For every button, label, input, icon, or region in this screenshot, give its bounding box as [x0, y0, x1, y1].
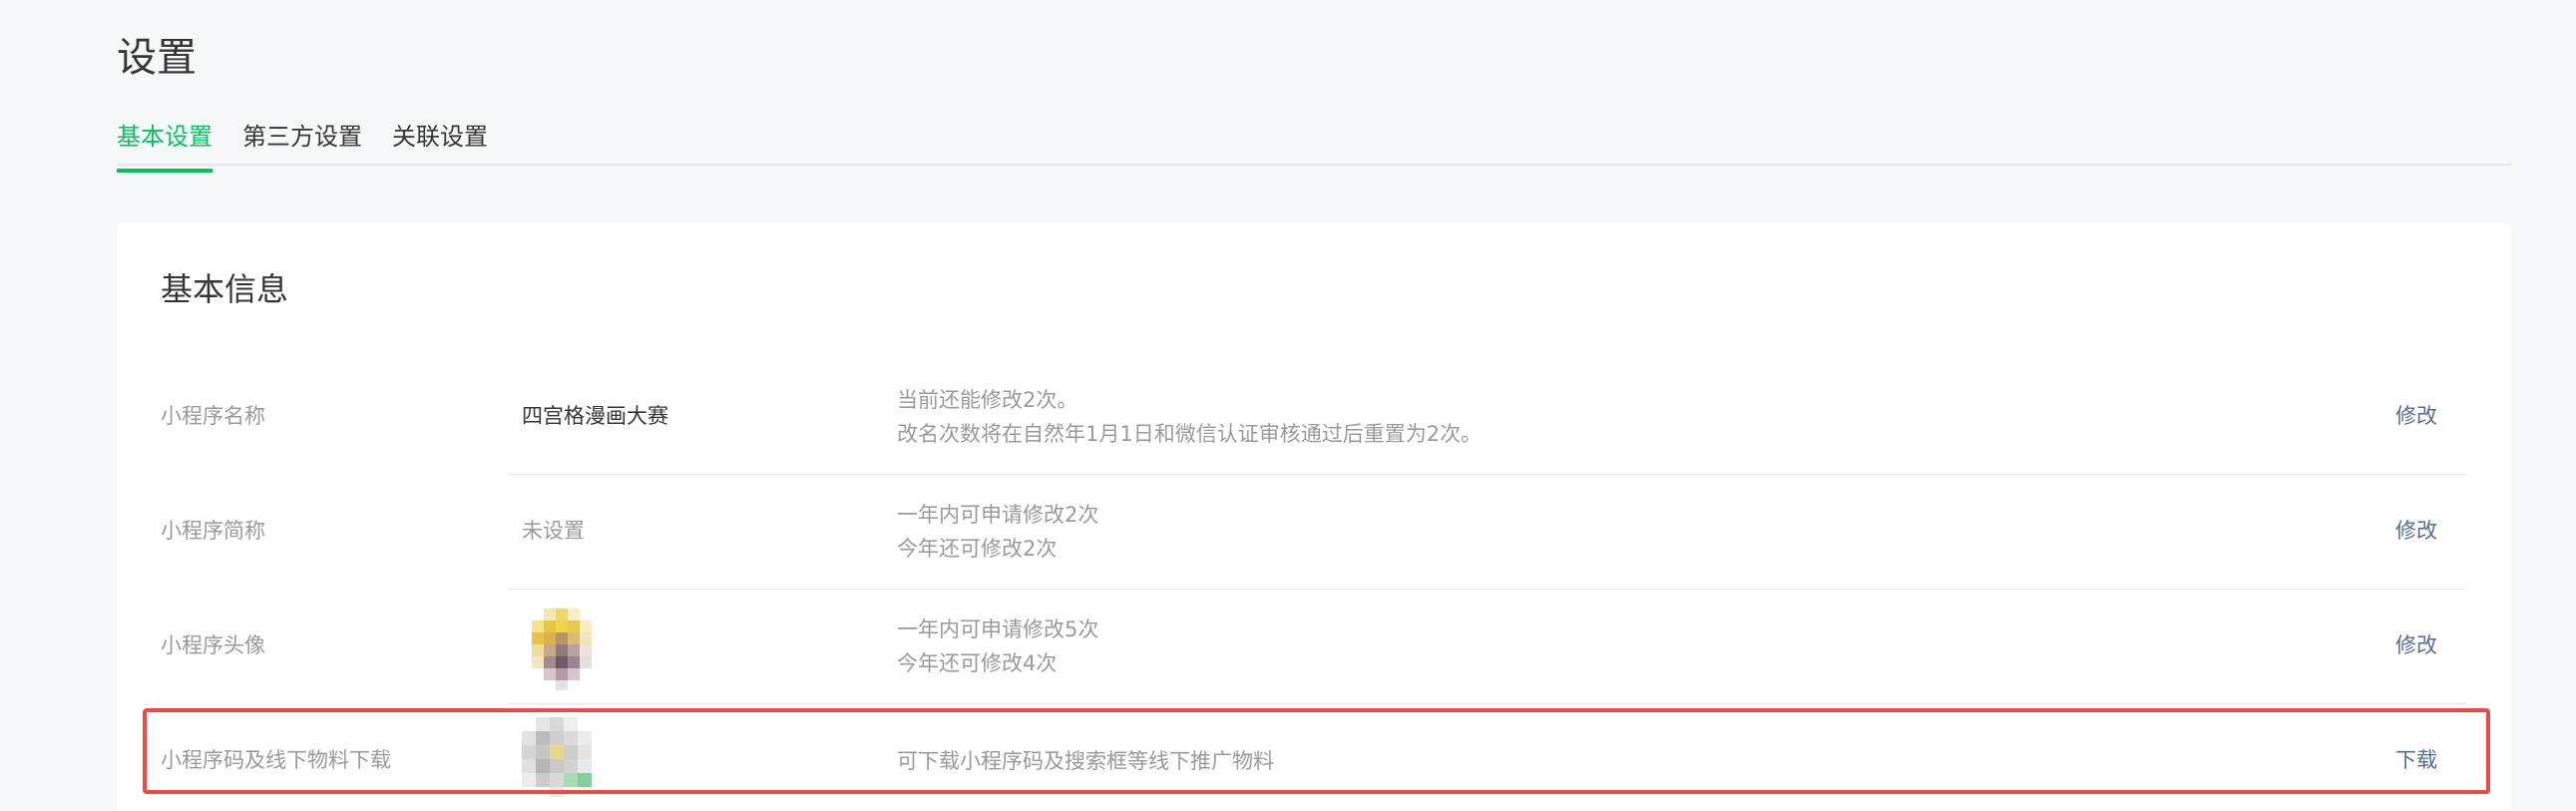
setting-description: 一年内可申请修改5次 今年还可修改4次 [897, 612, 1098, 680]
description-line: 一年内可申请修改2次 [897, 502, 1099, 527]
tab-linked-settings[interactable]: 关联设置 [392, 118, 488, 164]
miniprogram-code-thumbnail [522, 717, 592, 797]
section-title: 基本信息 [161, 270, 289, 308]
miniprogram-avatar [532, 608, 592, 690]
description-line: 当前还能修改2次。 [897, 387, 1078, 412]
download-materials-link[interactable]: 下载 [2395, 703, 2437, 811]
setting-description: 当前还能修改2次。 改名次数将在自然年1月1日和微信认证审核通过后重置为2次。 [897, 383, 1482, 451]
description-line: 改名次数将在自然年1月1日和微信认证审核通过后重置为2次。 [897, 421, 1483, 446]
setting-row-avatar: 小程序头像 一年内可申请修改5次 今年还可修改4次 修改 [161, 589, 2467, 704]
setting-row-qrcode-download: 小程序码及线下物料下载 可下载小程序码及搜索框等线下推广物料 下载 [161, 703, 2467, 811]
basic-info-card: 基本信息 小程序名称 四宫格漫画大赛 当前还能修改2次。 改名次数将在自然年1月… [117, 223, 2511, 811]
modify-name-link[interactable]: 修改 [2395, 359, 2437, 474]
setting-row-name: 小程序名称 四宫格漫画大赛 当前还能修改2次。 改名次数将在自然年1月1日和微信… [161, 359, 2467, 475]
description-line: 今年还可修改4次 [897, 650, 1058, 675]
description-line: 今年还可修改2次 [897, 536, 1058, 561]
page-title: 设置 [117, 35, 197, 81]
miniprogram-name-value: 四宫格漫画大赛 [522, 404, 668, 428]
setting-label: 小程序名称 [161, 404, 265, 428]
setting-description: 一年内可申请修改2次 今年还可修改2次 [897, 498, 1098, 566]
setting-value-area: 四宫格漫画大赛 当前还能修改2次。 改名次数将在自然年1月1日和微信认证审核通过… [508, 359, 2467, 475]
setting-description: 可下载小程序码及搜索框等线下推广物料 [897, 744, 1274, 778]
miniprogram-short-name-value: 未设置 [522, 519, 585, 543]
modify-short-name-link[interactable]: 修改 [2395, 474, 2437, 589]
description-line: 可下载小程序码及搜索框等线下推广物料 [897, 748, 1274, 773]
description-line: 一年内可申请修改5次 [897, 616, 1099, 641]
tab-third-party-settings[interactable]: 第三方设置 [242, 118, 362, 164]
setting-label: 小程序头像 [161, 633, 265, 657]
settings-page: 设置 基本设置 第三方设置 关联设置 基本信息 小程序名称 四宫格漫画大赛 当前… [0, 0, 2576, 811]
setting-value-area: 可下载小程序码及搜索框等线下推广物料 下载 [508, 703, 2467, 811]
setting-label: 小程序码及线下物料下载 [161, 748, 391, 772]
tab-basic-settings[interactable]: 基本设置 [117, 118, 213, 173]
modify-avatar-link[interactable]: 修改 [2395, 589, 2437, 703]
setting-row-short-name: 小程序简称 未设置 一年内可申请修改2次 今年还可修改2次 修改 [161, 474, 2467, 590]
setting-label: 小程序简称 [161, 519, 265, 543]
setting-value-area: 未设置 一年内可申请修改2次 今年还可修改2次 修改 [508, 474, 2467, 590]
setting-value-area: 一年内可申请修改5次 今年还可修改4次 修改 [508, 589, 2467, 704]
settings-tabs: 基本设置 第三方设置 关联设置 [117, 118, 2511, 173]
